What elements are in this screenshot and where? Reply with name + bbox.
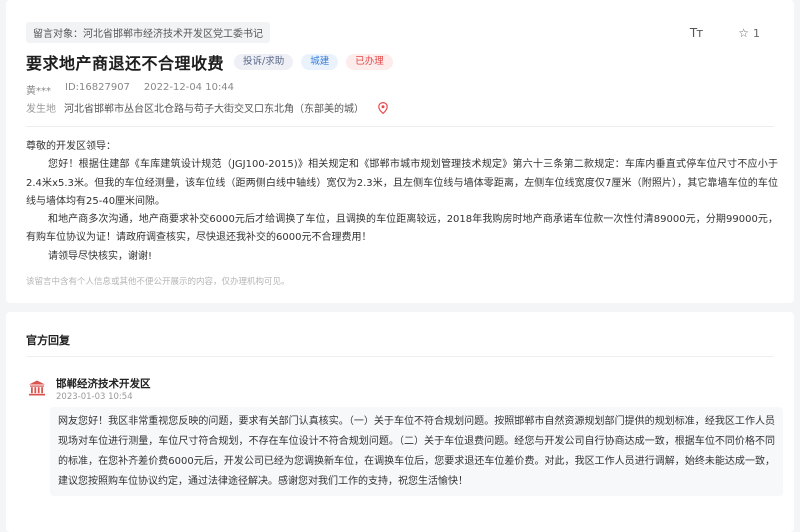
star-icon: ☆ (738, 26, 749, 40)
reply-org-name: 邯郸经济技术开发区 (56, 378, 151, 390)
message-title: 要求地产商退还不合理收费 (26, 54, 225, 73)
message-id: ID:16827907 (65, 82, 130, 93)
font-size-icon: Tт (689, 26, 703, 40)
privacy-notice: 该留言中含有个人信息或其他不便公开展示的内容，仅办理机构可见。 (26, 277, 290, 287)
author-name: 黄*** (26, 86, 51, 97)
status-badge: 已办理 (346, 54, 393, 70)
reply-card: 官方回复 邯郸经济技术开发区 2023-01-03 10:54 网友您好！我区非… (6, 312, 794, 532)
reply-section-title: 官方回复 (26, 334, 70, 347)
section-divider (26, 126, 774, 127)
title-row: 要求地产商退还不合理收费 投诉/求助 城建 已办理 (26, 50, 393, 74)
message-paragraph: 和地产商多次沟通，地产商要求补交6000元后才给调换了车位，且调换的车位距离较远… (26, 214, 778, 244)
font-size-button[interactable]: Tт (689, 26, 703, 40)
message-tools: Tт ☆ 1 (690, 26, 760, 40)
message-body: 尊敬的开发区领导： 您好！根据住建部《车库建筑设计规范（JGJ100-2015)… (26, 138, 778, 266)
reply-divider (26, 356, 774, 357)
like-button[interactable]: ☆ 1 (738, 26, 760, 40)
like-count: 1 (753, 26, 760, 40)
message-greeting: 尊敬的开发区领导： (26, 141, 116, 152)
location-pin-icon[interactable] (378, 101, 388, 114)
message-paragraph: 请领导尽快核实，谢谢! (48, 250, 153, 262)
location-value: 河北省邯郸市丛台区北仓路与苟子大街交叉口东北角（东部美的城） (64, 104, 364, 115)
reply-content: 网友您好！我区非常重视您反映的问题，要求有关部门认真核实。（一）关于车位不符合规… (50, 407, 783, 496)
government-building-icon (28, 380, 46, 396)
location-label: 发生地 (26, 104, 56, 115)
category-badge: 投诉/求助 (234, 54, 294, 70)
message-date: 2022-12-04 10:44 (143, 82, 235, 93)
message-meta: 黄*** ID:16827907 2022-12-04 10:44 (26, 82, 248, 97)
reply-date: 2023-01-03 10:54 (56, 392, 133, 402)
message-target-tag: 留言对象：河北省邯郸市经济技术开发区党工委书记 (26, 22, 270, 43)
location-row: 发生地 河北省邯郸市丛台区北仓路与苟子大街交叉口东北角（东部美的城） (26, 100, 388, 115)
department-badge: 城建 (301, 54, 339, 70)
message-paragraph: 您好！根据住建部《车库建筑设计规范（JGJ100-2015)》相关规定和《邯郸市… (26, 159, 778, 207)
message-card: 留言对象：河北省邯郸市经济技术开发区党工委书记 Tт ☆ 1 要求地产商退还不合… (6, 0, 794, 303)
